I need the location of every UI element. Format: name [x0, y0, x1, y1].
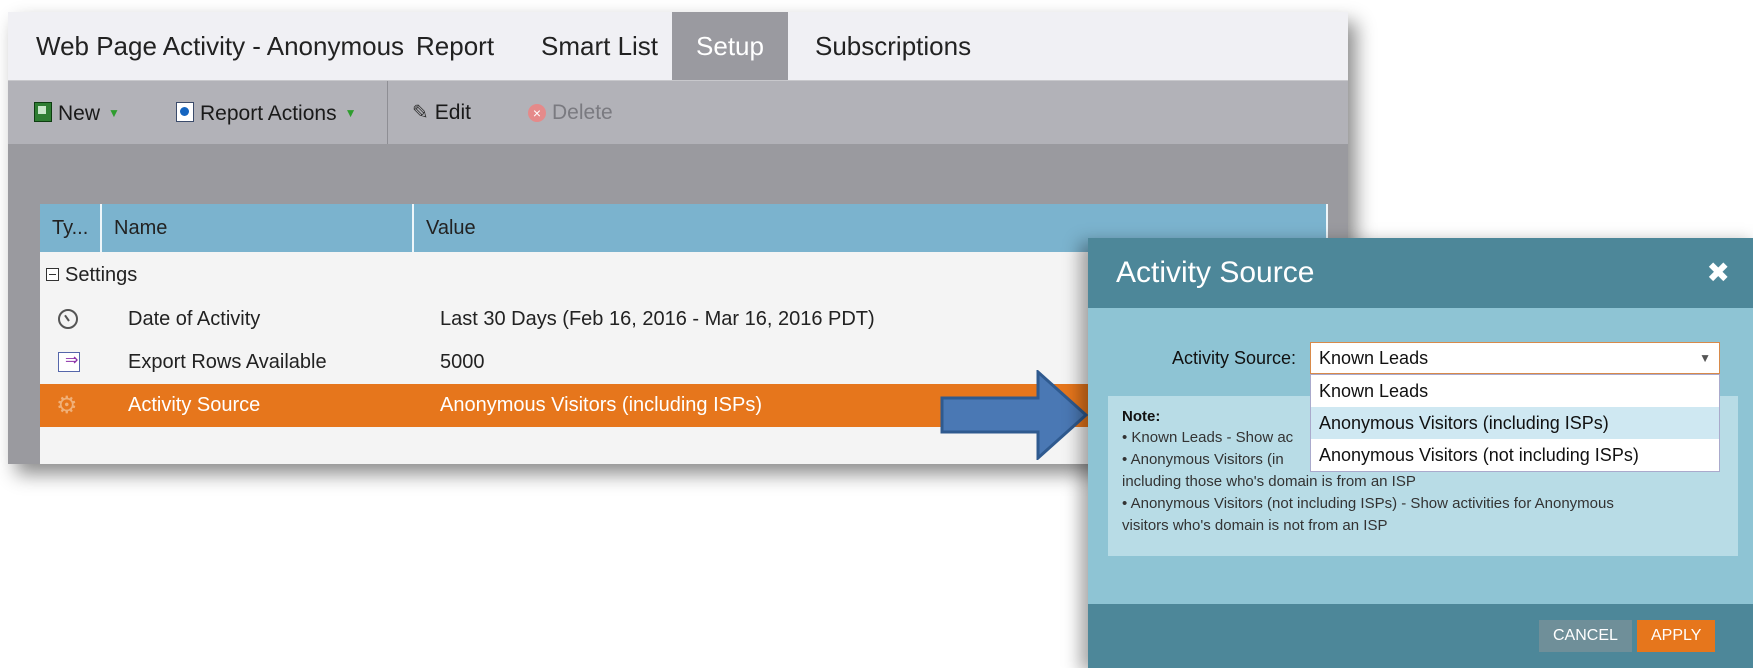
new-label: New	[58, 102, 101, 125]
delete-button[interactable]: × Delete	[528, 81, 613, 145]
name-cell: Export Rows Available	[128, 351, 327, 373]
note-line: including those who's domain is from an …	[1122, 473, 1416, 490]
new-button[interactable]: New ▼	[34, 81, 120, 145]
activity-source-label: Activity Source:	[1172, 348, 1297, 368]
close-icon[interactable]: ✖	[1707, 238, 1730, 308]
note-line: visitors who's domain is not from an ISP	[1122, 517, 1388, 534]
toolbar-spacer	[8, 144, 1348, 204]
name-cell: Date of Activity	[128, 308, 261, 330]
gear-icon: ⚙	[56, 392, 78, 419]
edit-button[interactable]: ✎ Edit	[412, 81, 471, 145]
name-cell: Activity Source	[128, 394, 261, 416]
type-cell: ⚙	[56, 384, 86, 427]
apply-button[interactable]: APPLY	[1637, 620, 1716, 652]
value-cell: Last 30 Days (Feb 16, 2016 - Mar 16, 201…	[440, 308, 875, 330]
select-value: Known Leads	[1319, 348, 1429, 368]
cancel-button[interactable]: CANCEL	[1539, 620, 1632, 652]
tab-smart-list[interactable]: Smart List	[541, 12, 658, 80]
delete-icon: ×	[528, 104, 546, 122]
tab-bar: Web Page Activity - Anonymous Report Sma…	[8, 12, 1348, 80]
tab-setup[interactable]: Setup	[672, 12, 788, 80]
chevron-down-icon: ▼	[108, 106, 120, 120]
value-cell: Anonymous Visitors (including ISPs)	[440, 394, 762, 416]
activity-source-dialog: Activity Source ✖ Activity Source: Note:…	[1088, 238, 1753, 668]
tab-web-page-activity[interactable]: Web Page Activity - Anonymous	[36, 12, 404, 80]
report-actions-label: Report Actions	[200, 102, 337, 125]
option-anonymous-including-isps[interactable]: Anonymous Visitors (including ISPs)	[1311, 407, 1719, 439]
export-rows-icon	[58, 341, 80, 381]
dialog-header: Activity Source ✖	[1088, 238, 1753, 308]
toolbar: New ▼ Report Actions ▼ ✎ Edit × Delete	[8, 80, 1348, 145]
option-known-leads[interactable]: Known Leads	[1311, 375, 1719, 407]
dialog-footer: CANCEL APPLY	[1088, 604, 1753, 668]
type-cell	[56, 298, 86, 341]
group-label: Settings	[65, 264, 138, 286]
arrow-right-icon	[940, 370, 1089, 460]
report-icon	[176, 102, 194, 122]
chevron-down-icon: ▼	[344, 106, 357, 120]
tab-report[interactable]: Report	[416, 12, 494, 80]
clock-icon	[58, 309, 78, 329]
option-anonymous-not-including-isps[interactable]: Anonymous Visitors (not including ISPs)	[1311, 439, 1719, 471]
new-icon	[34, 102, 52, 122]
type-cell	[56, 341, 86, 384]
column-header-type[interactable]: Ty...	[40, 204, 102, 252]
column-header-name[interactable]: Name	[102, 204, 414, 252]
report-actions-button[interactable]: Report Actions ▼	[176, 81, 356, 145]
edit-label: Edit	[434, 101, 471, 124]
pencil-icon: ✎	[412, 102, 429, 124]
tab-subscriptions[interactable]: Subscriptions	[815, 12, 971, 80]
chevron-down-icon: ▼	[1699, 351, 1711, 365]
activity-source-dropdown: Known Leads Anonymous Visitors (includin…	[1310, 374, 1720, 472]
toolbar-divider	[387, 81, 388, 145]
activity-source-select[interactable]: Known Leads ▼	[1310, 342, 1720, 374]
collapse-icon[interactable]	[46, 268, 59, 281]
dialog-title: Activity Source	[1116, 256, 1315, 289]
value-cell: 5000	[440, 351, 485, 373]
delete-label: Delete	[552, 101, 613, 124]
note-line: • Anonymous Visitors (not including ISPs…	[1122, 495, 1614, 512]
